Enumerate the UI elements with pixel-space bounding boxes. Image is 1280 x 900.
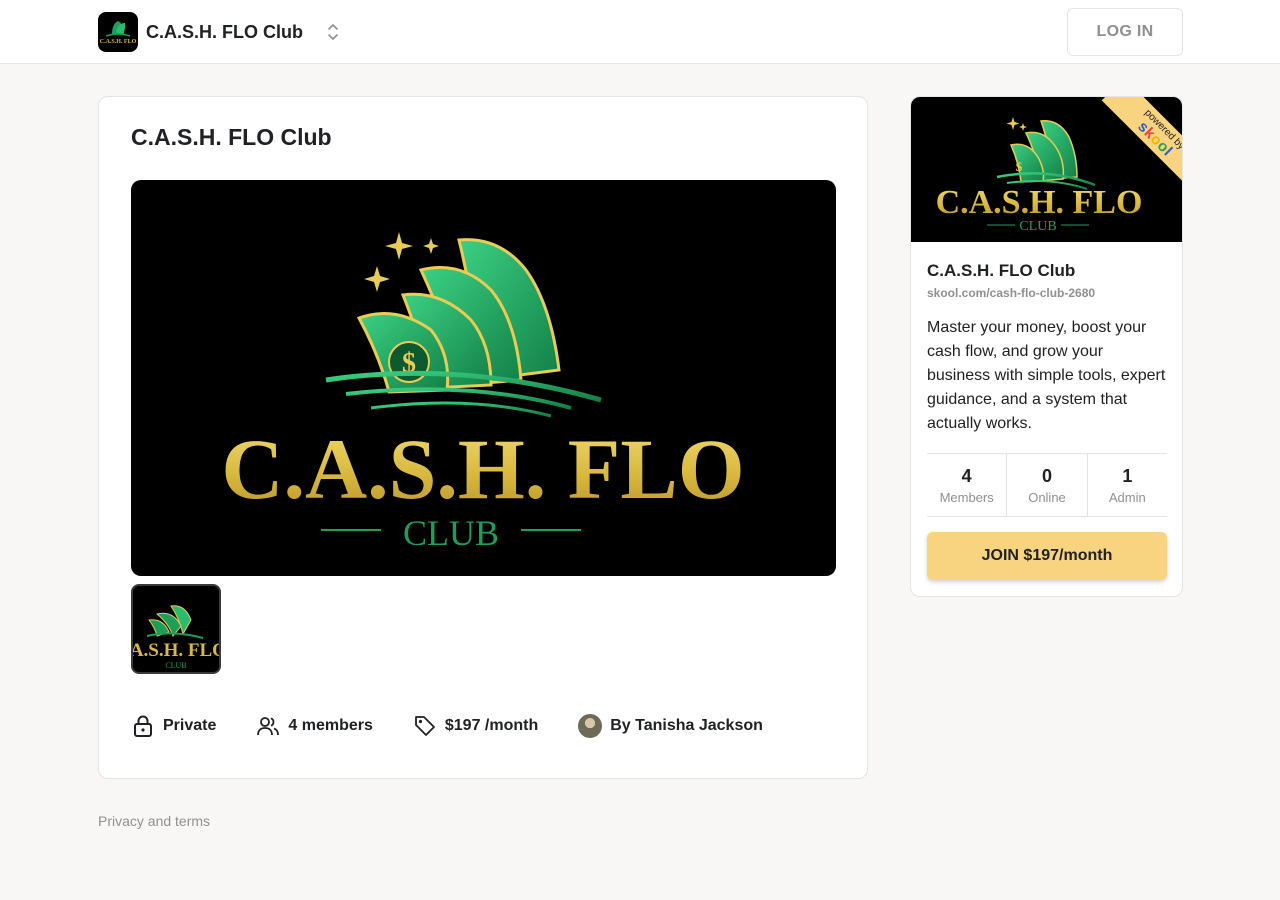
about-card: C.A.S.H. FLO Club $ C.A.S.H. FLO CLUB .S… [98,96,868,779]
meta-members: 4 members [256,714,373,738]
join-button[interactable]: JOIN $197/month [927,532,1167,580]
meta-price: $197 /month [413,714,538,738]
members-icon [256,714,280,738]
stat-admin[interactable]: 1 Admin [1088,454,1167,516]
hero-image: $ C.A.S.H. FLO CLUB [131,180,836,576]
meta-owner[interactable]: By Tanisha Jackson [578,714,763,738]
group-summary-card: $ C.A.S.H. FLO CLUB powered by skool C.A… [910,96,1183,597]
group-stats: 4 Members 0 Online 1 Admin [927,453,1167,517]
stat-online[interactable]: 0 Online [1007,454,1088,516]
group-url: skool.com/cash-flo-club-2680 [927,286,1096,300]
svg-text:C.A.S.H. FLO: C.A.S.H. FLO [100,39,137,45]
svg-text:.A.S.H. FLO: .A.S.H. FLO [133,640,219,661]
group-switcher[interactable]: C.A.S.H. FLO C.A.S.H. FLO Club [98,12,341,52]
group-cover-image: $ C.A.S.H. FLO CLUB powered by skool [911,97,1182,242]
chevron-up-down-icon [325,20,341,44]
group-name: C.A.S.H. FLO Club [146,21,303,42]
price-tag-icon [413,714,437,738]
group-meta: Private 4 members $197 /month By Tanisha… [131,711,803,741]
svg-text:CLUB: CLUB [165,661,186,670]
svg-text:$: $ [1016,159,1023,174]
top-bar: C.A.S.H. FLO C.A.S.H. FLO Club LOG IN [0,0,1280,64]
lock-icon [131,714,155,738]
svg-text:CLUB: CLUB [403,513,499,553]
group-logo: C.A.S.H. FLO [98,12,138,52]
gallery-thumbnail[interactable]: .A.S.H. FLO CLUB [131,584,221,674]
group-title: C.A.S.H. FLO Club [927,261,1076,280]
owner-avatar [578,714,603,738]
page-title: C.A.S.H. FLO Club [131,124,332,150]
login-button[interactable]: LOG IN [1067,8,1183,56]
stat-members[interactable]: 4 Members [927,454,1008,516]
meta-privacy: Private [131,714,216,738]
group-description: Master your money, boost your cash flow,… [927,319,1166,432]
svg-text:C.A.S.H. FLO: C.A.S.H. FLO [936,184,1143,221]
svg-text:CLUB: CLUB [1019,219,1056,234]
svg-text:C.A.S.H. FLO: C.A.S.H. FLO [221,421,744,517]
privacy-terms-link[interactable]: Privacy and terms [98,813,210,829]
